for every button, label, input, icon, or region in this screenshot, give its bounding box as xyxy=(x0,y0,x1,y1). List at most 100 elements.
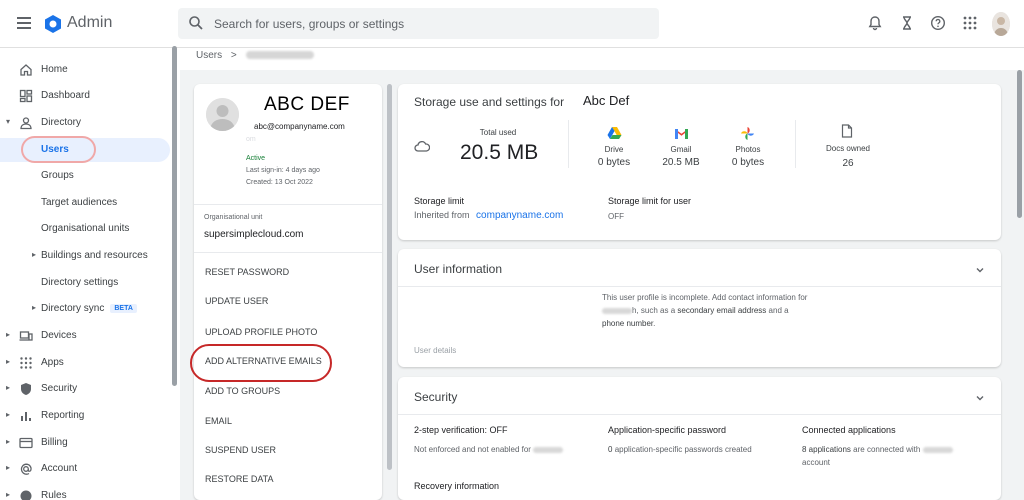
app-specific-password-text: 0 application-specific passwords created xyxy=(608,443,752,456)
breadcrumb-redacted-name xyxy=(245,51,314,60)
vertical-divider xyxy=(568,120,569,168)
devices-icon xyxy=(19,331,33,341)
gmail-icon xyxy=(675,129,688,139)
bell-icon[interactable] xyxy=(867,15,883,31)
home-icon xyxy=(20,64,32,76)
breadcrumb-separator: > xyxy=(230,50,237,61)
sidebar-item-home[interactable]: Home xyxy=(0,58,170,82)
shield-icon xyxy=(21,383,31,395)
annotation-circle-alternative-emails xyxy=(190,344,332,382)
storage-card: Storage use and settings for Abc Def Tot… xyxy=(398,84,1001,240)
app-password-text: application-specific passwords created xyxy=(614,445,752,454)
sidebar-item-security[interactable]: ▸ Security xyxy=(0,377,170,401)
sidebar-item-devices[interactable]: ▸ Devices xyxy=(0,324,170,348)
caret-right-icon[interactable]: ▸ xyxy=(6,330,10,339)
caret-right-icon[interactable]: ▸ xyxy=(6,463,10,472)
two-step-verification-title: 2-step verification: OFF xyxy=(414,425,508,435)
beta-badge: BETA xyxy=(110,303,137,313)
two-step-text: Not enforced and not enabled for xyxy=(414,445,531,454)
sidebar-item-target-audiences[interactable]: Target audiences xyxy=(0,191,170,215)
user-information-message: This user profile is incomplete. Add con… xyxy=(602,291,812,330)
sidebar-item-groups[interactable]: Groups xyxy=(0,164,170,188)
update-user-button[interactable]: UPDATE USER xyxy=(205,296,268,306)
sidebar-item-label: Security xyxy=(41,383,78,394)
message-text: and a xyxy=(768,306,789,315)
connected-applications-text: 8 applications are connected with accoun… xyxy=(802,443,992,469)
caret-right-icon[interactable]: ▸ xyxy=(6,383,10,392)
divider xyxy=(398,286,1001,287)
search-input[interactable] xyxy=(214,8,644,39)
sidebar-item-billing[interactable]: ▸ Billing xyxy=(0,431,170,455)
sidebar-item-dashboard[interactable]: Dashboard xyxy=(0,84,170,108)
sidebar-item-directory[interactable]: ▾ Directory xyxy=(0,111,170,135)
sidebar-item-organisational-units[interactable]: Organisational units xyxy=(0,217,170,241)
connected-app-count[interactable]: 8 applications xyxy=(802,445,851,454)
account-avatar[interactable] xyxy=(992,12,1010,36)
add-to-groups-button[interactable]: ADD TO GROUPS xyxy=(205,386,280,396)
help-icon[interactable] xyxy=(930,15,946,31)
caret-right-icon[interactable]: ▸ xyxy=(32,303,36,312)
sidebar-scrollbar[interactable] xyxy=(172,46,177,386)
user-email-faint: om xyxy=(246,136,256,143)
main-scrollbar[interactable] xyxy=(387,84,392,470)
sidebar-item-label: Groups xyxy=(41,170,74,181)
divider xyxy=(194,204,382,205)
two-step-verification-text: Not enforced and not enabled for xyxy=(414,443,564,456)
caret-down-icon[interactable]: ▾ xyxy=(6,117,10,126)
phone-number-link[interactable]: phone number xyxy=(602,319,653,328)
caret-right-icon[interactable]: ▸ xyxy=(6,437,10,446)
breadcrumb-users-link[interactable]: Users xyxy=(196,50,222,61)
apps-grid-icon xyxy=(20,357,32,369)
user-avatar[interactable] xyxy=(206,98,239,131)
storage-limit-inherited: Inherited from companyname.com xyxy=(414,210,563,221)
menu-icon[interactable] xyxy=(17,17,31,29)
sidebar-item-label: Reporting xyxy=(41,410,85,421)
security-card: Security 2-step verification: OFF Not en… xyxy=(398,377,1001,500)
caret-right-icon[interactable]: ▸ xyxy=(32,250,36,259)
sidebar-item-label: Account xyxy=(41,463,78,474)
sidebar-item-reporting[interactable]: ▸ Reporting xyxy=(0,404,170,428)
sidebar-item-rules[interactable]: ▸ Rules xyxy=(0,484,170,500)
message-text: . xyxy=(653,319,656,328)
secondary-email-link[interactable]: secondary email address xyxy=(677,306,766,315)
gmail-label: Gmail xyxy=(670,145,692,154)
connected-text: account xyxy=(802,458,831,467)
caret-right-icon[interactable]: ▸ xyxy=(6,410,10,419)
docs-owned-value: 26 xyxy=(842,158,854,169)
sidebar-item-buildings-and-resources[interactable]: ▸ Buildings and resources xyxy=(0,244,170,268)
sidebar-item-label-wrap: Directory sync BETA xyxy=(41,303,137,314)
sidebar-item-directory-sync[interactable]: ▸ Directory sync BETA xyxy=(0,297,170,321)
top-bar: Admin xyxy=(0,0,1024,48)
app-title[interactable]: Admin xyxy=(67,14,112,32)
dashboard-icon xyxy=(19,89,33,103)
sidebar-item-account[interactable]: ▸ Account xyxy=(0,457,170,481)
email-button[interactable]: EMAIL xyxy=(205,416,232,426)
restore-data-button[interactable]: RESTORE DATA xyxy=(205,474,274,484)
sidebar-item-apps[interactable]: ▸ Apps xyxy=(0,351,170,375)
search-bar[interactable] xyxy=(178,8,659,39)
redacted-name xyxy=(533,446,564,453)
reset-password-button[interactable]: RESET PASSWORD xyxy=(205,267,289,277)
hourglass-icon[interactable] xyxy=(899,15,915,31)
caret-right-icon[interactable]: ▸ xyxy=(6,490,10,499)
vertical-divider xyxy=(795,120,796,168)
sidebar-item-label: Dashboard xyxy=(41,90,90,101)
caret-right-icon[interactable]: ▸ xyxy=(6,357,10,366)
company-domain-link[interactable]: companyname.com xyxy=(476,210,563,221)
user-details-link[interactable]: User details xyxy=(414,346,456,355)
sidebar-item-label: Rules xyxy=(41,490,67,500)
page-scrollbar[interactable] xyxy=(1017,70,1022,218)
user-profile-card: ABC DEF abc@companyname.com om Active La… xyxy=(194,84,382,500)
upload-profile-photo-button[interactable]: UPLOAD PROFILE PHOTO xyxy=(205,327,317,337)
sidebar-item-directory-settings[interactable]: Directory settings xyxy=(0,271,170,295)
chevron-down-icon[interactable] xyxy=(975,393,985,403)
sidebar: Home Dashboard ▾ Directory Users Groups … xyxy=(0,48,172,500)
user-last-signin: Last sign-in: 4 days ago xyxy=(246,167,320,174)
org-unit-label: Organisational unit xyxy=(204,214,263,221)
default-avatar-icon xyxy=(206,98,239,131)
drive-icon xyxy=(607,127,622,139)
apps-launcher-icon[interactable] xyxy=(962,15,978,31)
suspend-user-button[interactable]: SUSPEND USER xyxy=(205,445,276,455)
chevron-down-icon[interactable] xyxy=(975,265,985,275)
connected-text: are connected with xyxy=(853,445,921,454)
